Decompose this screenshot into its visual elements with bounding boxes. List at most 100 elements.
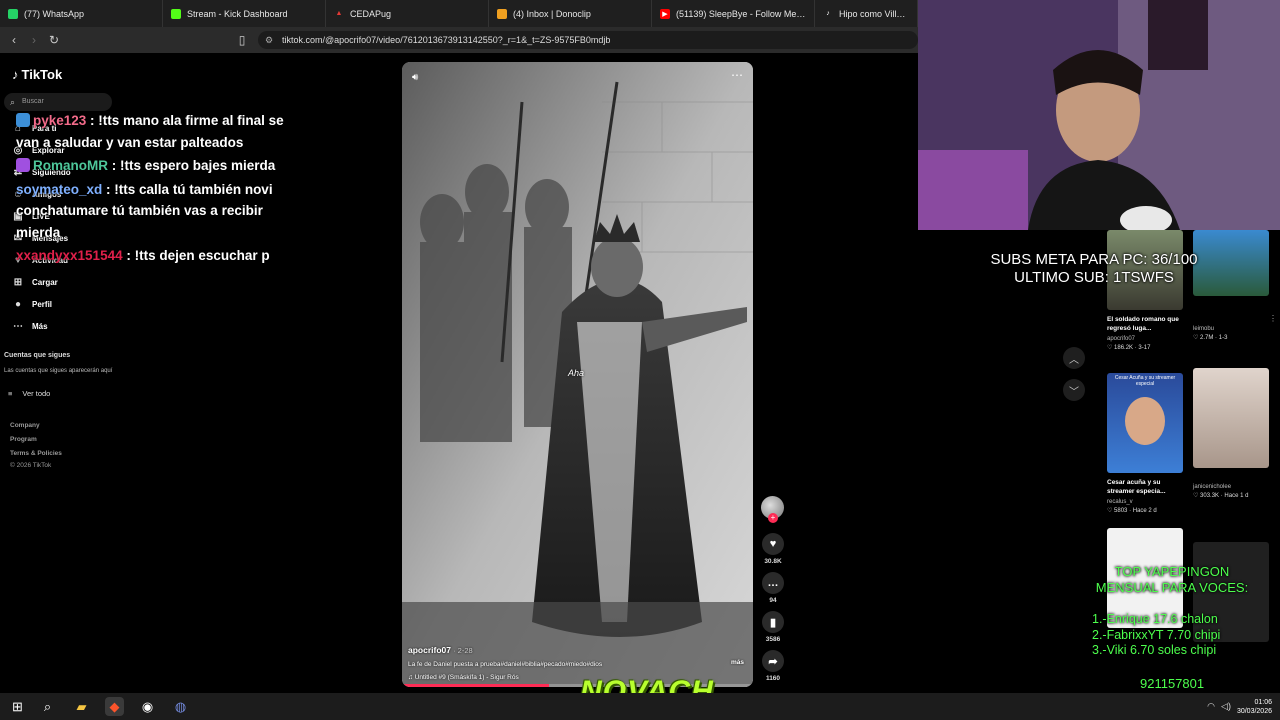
ranking-item: 1.-Enrique 17.6 chalon (1092, 612, 1218, 626)
tab-youtube[interactable]: ▶ (51139) SleepBye - Follow Me (feat. (652, 0, 815, 27)
chat-message: soymateo_xd : !tts calla tú también novi… (16, 179, 306, 244)
tab-whatsapp[interactable]: (77) WhatsApp (0, 0, 163, 27)
chat-badge-icon (16, 113, 30, 127)
video-thumbnail: Cesar Acuña y su streamer especial (1107, 373, 1183, 473)
creator-avatar[interactable]: + (761, 496, 784, 523)
like-button[interactable]: ♥ 30.8K (759, 533, 787, 565)
wifi-icon[interactable]: ◠ (1207, 701, 1215, 712)
sidebar-item-cargar[interactable]: ⊞ Cargar (10, 274, 58, 290)
windows-taskbar: ⊞ ⌕ ▰ ◆ ◉ ◍ ◠ ◁) 01:06 30/03/2026 (0, 693, 1280, 720)
top-donors-heading: TOP YAPEPINGON MENSUAL PARA VOCES: (1095, 564, 1249, 595)
reload-icon[interactable]: ↻ (46, 32, 62, 48)
volume-icon[interactable]: 🔊︎ (412, 72, 418, 83)
chat-message: xxandyxx151544 : !tts dejen escuchar p (16, 245, 306, 267)
chat-username: xxandyxx151544 (16, 248, 123, 263)
more-link[interactable]: más (731, 659, 744, 666)
heart-icon: ♡ (1193, 493, 1201, 499)
suggested-video-card[interactable]: El soldado romano que regresó luga... ap… (1107, 230, 1183, 351)
file-explorer-icon[interactable]: ▰ (72, 697, 91, 716)
search-icon: ⌕ (10, 97, 16, 107)
video-description: La fe de Daniel puesta a prueba#daniel#b… (408, 661, 603, 668)
site-info-icon[interactable]: ⚙ (265, 31, 273, 49)
upload-icon: ⊞ (13, 276, 23, 288)
tab-cedapug[interactable]: ▲ CEDAPug (326, 0, 489, 27)
video-progress-fill (402, 684, 550, 687)
address-bar[interactable]: ⚙ tiktok.com/@apocrifo07/video/761201367… (258, 31, 918, 49)
tiktok-icon: ♪ (826, 10, 830, 17)
video-subtitle: Aha (568, 368, 585, 378)
forward-icon[interactable]: › (26, 32, 42, 48)
list-icon: ≡ (8, 389, 13, 398)
chat-username: soymateo_xd (16, 181, 103, 197)
chat-username: pyke123 (33, 113, 87, 128)
obs-icon[interactable]: ◉ (138, 697, 157, 716)
heart-icon: ♡ (1107, 345, 1115, 351)
discord-icon[interactable]: ◍ (171, 697, 190, 716)
cedapug-icon: ▲ (335, 10, 343, 17)
profile-icon: ● (14, 298, 22, 310)
heart-icon: ♥ (762, 533, 784, 555)
comment-icon: … (762, 572, 784, 594)
save-button[interactable]: ▮ 3586 (759, 611, 787, 643)
webcam-image (918, 0, 1280, 230)
video-thumbnail (1193, 368, 1269, 468)
windows-icon[interactable]: ⊞ (8, 697, 27, 716)
bookmark-icon: ▮ (762, 611, 784, 633)
tiktok-logo[interactable]: ♪ TikTok (12, 67, 62, 82)
webcam-feed (918, 0, 1280, 230)
follow-plus-icon[interactable]: + (768, 513, 778, 523)
video-more-icon[interactable]: ⋯ (731, 68, 743, 82)
browser-tab-strip: (77) WhatsApp Stream - Kick Dashboard ▲ C… (0, 0, 918, 27)
whatsapp-icon (8, 8, 18, 19)
donor-ranking: 1.-Enrique 17.6 chalon 2.-FabrixxYT 7.70… (1092, 612, 1220, 659)
search-icon[interactable]: ⌕ (38, 697, 57, 716)
following-hint: Las cuentas que sigues aparecerán aquí (4, 368, 113, 374)
chat-username: RomanoMR (33, 158, 108, 173)
footer-company[interactable]: Company (10, 422, 40, 429)
chat-badge-icon (16, 158, 30, 172)
url-text: tiktok.com/@apocrifo07/video/76120136739… (282, 35, 611, 45)
search-input[interactable]: ⌕ Buscar (4, 93, 112, 111)
comment-button[interactable]: … 94 (759, 572, 787, 604)
brave-icon[interactable]: ◆ (105, 697, 124, 716)
view-all-link[interactable]: ≡ Ver todo (8, 389, 50, 398)
bookmark-icon[interactable]: ▯ (234, 32, 250, 48)
suggested-video-card[interactable]: Cesar Acuña y su streamer especial Cesar… (1107, 373, 1183, 514)
back-icon[interactable]: ‹ (6, 32, 22, 48)
card-more-icon[interactable]: ⋮ (1269, 314, 1277, 323)
kick-icon (171, 8, 181, 19)
tab-kick-dashboard[interactable]: Stream - Kick Dashboard (163, 0, 326, 27)
donoclip-icon (497, 8, 507, 19)
suggested-video-card[interactable]: janicenicholee ♡ 303.3K · Hace 1 d (1193, 368, 1269, 499)
tab-donoclip[interactable]: (4) Inbox | Donoclip (489, 0, 652, 27)
subs-goal-overlay: SUBS META PARA PC: 36/100 ULTIMO SUB: 1T… (990, 251, 1198, 286)
chat-text: : !tts espero bajes mierda (108, 158, 276, 173)
chat-message: pyke123 : !tts mano ala firme al final s… (16, 110, 306, 153)
volume-icon[interactable]: ◁) (1221, 701, 1231, 712)
scroll-down-button[interactable]: ﹀ (1063, 379, 1085, 401)
footer-program[interactable]: Program (10, 436, 37, 443)
heart-icon: ♡ (1193, 335, 1201, 341)
sidebar-item-perfil[interactable]: ● Perfil (10, 296, 52, 312)
ranking-item: 3.-Viki 6.70 soles chipi (1092, 643, 1217, 657)
tab-tiktok[interactable]: ♪Hipo como Villano en (815, 0, 918, 27)
more-icon: ⋯ (13, 320, 23, 332)
video-player[interactable]: 🔊︎ ⋯ Aha apocrifo07 · 2-28 La fe de Dani… (402, 62, 753, 687)
ranking-item: 2.-FabrixxYT 7.70 chipi (1092, 627, 1221, 642)
chevron-down-icon: ﹀ (1069, 386, 1079, 398)
share-button[interactable]: ➦ 1160 (759, 650, 787, 682)
clock[interactable]: 01:06 30/03/2026 (1237, 698, 1272, 716)
yape-phone-number: 921157801 (1140, 676, 1205, 691)
video-author[interactable]: apocrifo07 (408, 645, 451, 655)
footer-copyright: © 2026 TikTok (10, 462, 52, 469)
scroll-up-button[interactable]: ︿ (1063, 347, 1085, 369)
sidebar-item-mas[interactable]: ⋯ Más (10, 318, 48, 334)
browser-toolbar: ‹ › ↻ ▯ ⚙ tiktok.com/@apocrifo07/video/7… (0, 27, 918, 53)
chevron-up-icon: ︿ (1069, 354, 1079, 366)
system-tray: ◠ ◁) 01:06 30/03/2026 (1207, 695, 1272, 718)
chat-text: : !tts dejen escuchar p (122, 248, 270, 263)
chat-message: RomanoMR : !tts espero bajes mierda (16, 155, 306, 177)
footer-terms[interactable]: Terms & Policies (10, 450, 62, 457)
tiktok-logo-icon: ♪ (12, 67, 19, 82)
youtube-icon: ▶ (660, 8, 670, 19)
